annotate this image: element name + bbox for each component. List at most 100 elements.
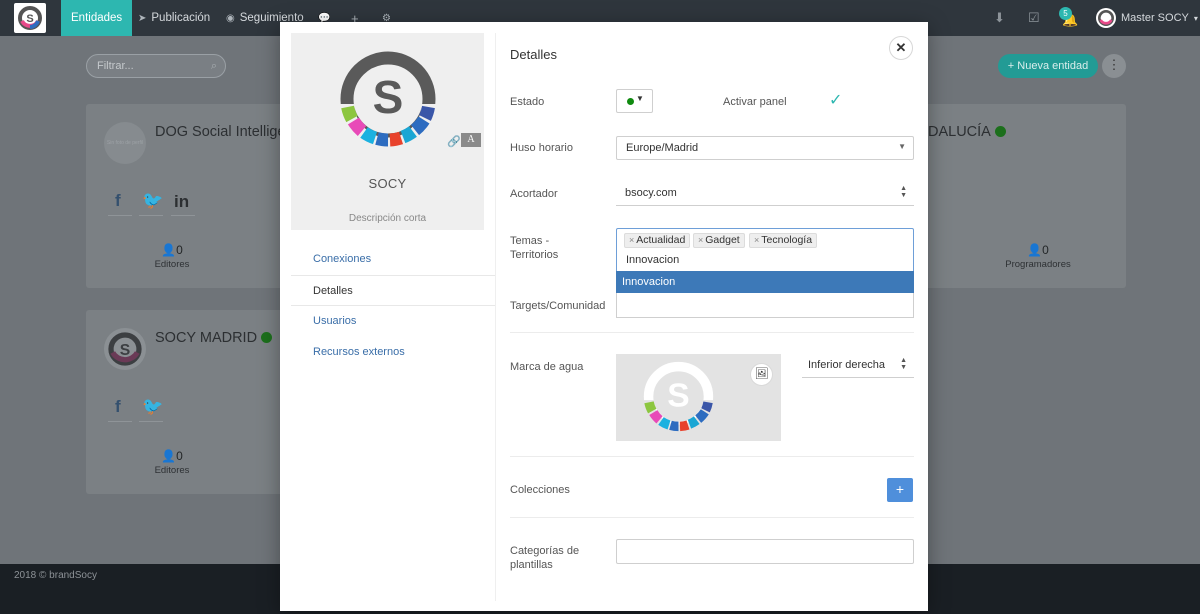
dropdown-option[interactable]: Innovacion — [616, 271, 914, 294]
plus-icon: + — [1007, 60, 1015, 72]
chevron-down-icon: ▾ — [1193, 13, 1198, 23]
font-icon[interactable]: A — [461, 133, 481, 147]
svg-text:S: S — [667, 378, 689, 415]
close-icon[interactable]: × — [629, 235, 634, 245]
divider — [139, 215, 163, 216]
shortener-select[interactable]: bsocy.com ▲ ▼ — [616, 182, 914, 206]
link-icon[interactable]: 🔗 — [447, 135, 461, 148]
divider — [510, 456, 914, 457]
tag-gadget: × Gadget — [693, 233, 745, 248]
colecciones-label: Colecciones — [510, 484, 570, 496]
user-icon: 👤 — [1027, 243, 1043, 257]
notification-badge: 5 — [1059, 7, 1072, 20]
topics-tags-input[interactable]: × Actualidad × Gadget × Tecnología Innovaci… — [616, 228, 914, 274]
svg-text:S: S — [26, 13, 33, 25]
side-item-usuarios[interactable]: Usuarios — [291, 306, 496, 337]
watermark-position-select[interactable]: Inferior derecha ▲ ▼ — [802, 354, 914, 378]
sort-arrows-icon: ▲ ▼ — [900, 185, 907, 199]
close-icon: ✕ — [895, 40, 907, 55]
user-menu[interactable]: Master SOCY ▾ — [1096, 8, 1198, 28]
programmers-stat: 👤0 Programadores — [1005, 243, 1071, 270]
caret-down-icon: ▼ — [898, 142, 906, 151]
status-dot — [627, 98, 634, 105]
svg-text:S: S — [120, 342, 131, 359]
entity-card[interactable]: Sin foto de perfil DOG Social Intellige … — [86, 104, 286, 288]
svg-text:S: S — [373, 71, 404, 123]
socy-logo-icon: S — [643, 361, 714, 433]
timezone-select[interactable]: Europe/Madrid ▼ — [616, 136, 914, 160]
download-icon[interactable]: ⬇ — [994, 10, 1005, 26]
close-button[interactable]: ✕ — [889, 36, 913, 60]
targets-label: Targets/Comunidad — [510, 300, 606, 312]
brand-logo[interactable]: S — [14, 3, 46, 33]
new-entity-button[interactable]: + Nueva entidad — [998, 54, 1098, 78]
status-dot — [994, 126, 1006, 137]
divider — [495, 33, 496, 601]
divider — [108, 215, 132, 216]
divider — [510, 517, 914, 518]
change-image-button[interactable]: 🖼 — [750, 363, 773, 386]
divider — [510, 332, 914, 333]
facebook-icon[interactable]: f — [115, 191, 121, 211]
close-icon[interactable]: × — [754, 235, 759, 245]
huso-horario-label: Huso horario — [510, 142, 573, 154]
socy-logo-icon[interactable]: S — [338, 49, 438, 149]
target-icon: ◉ — [226, 12, 235, 24]
close-icon[interactable]: × — [698, 235, 703, 245]
divider — [108, 421, 132, 422]
user-icon: 👤 — [161, 243, 177, 257]
entity-card[interactable]: S SOCY MADRID f 🐦 👤0 Editores — [86, 310, 286, 494]
card-title: SOCY MADRID — [155, 330, 273, 346]
add-collection-button[interactable]: + — [887, 478, 913, 502]
user-name: Master SOCY — [1121, 12, 1189, 24]
tab-publicacion[interactable]: ➤ Publicación — [128, 0, 220, 36]
twitter-icon[interactable]: 🐦 — [142, 191, 163, 211]
targets-input[interactable] — [616, 293, 914, 318]
entity-details-modal: ✕ S 🔗 A SOCY Descripción corta Conexione… — [280, 22, 928, 611]
estado-label: Estado — [510, 96, 545, 108]
entity-card[interactable]: DALUCÍA 👤0 Programadores — [920, 104, 1126, 288]
check-icon[interactable]: ✓ — [829, 90, 842, 110]
divider — [171, 215, 195, 216]
socy-logo-icon: S — [108, 332, 142, 366]
categorias-label: Categorías de plantillas — [510, 545, 580, 571]
tasks-icon[interactable]: ☑ — [1028, 10, 1040, 26]
search-icon: ⌕ — [210, 60, 217, 72]
facebook-icon[interactable]: f — [115, 397, 121, 417]
card-title: DOG Social Intellige — [155, 124, 286, 140]
socy-logo-icon: S — [18, 6, 42, 30]
divider — [139, 421, 163, 422]
user-icon: 👤 — [161, 449, 177, 463]
avatar: Sin foto de perfil — [104, 122, 146, 164]
acortador-label: Acortador — [510, 188, 558, 200]
side-item-conexiones[interactable]: Conexiones — [291, 244, 496, 275]
template-categories-input[interactable] — [616, 539, 914, 564]
socy-logo-icon — [1098, 10, 1114, 26]
more-options-button[interactable]: ⋮ — [1102, 54, 1126, 78]
modal-side-nav: Conexiones Detalles Usuarios Recursos ex… — [291, 244, 496, 368]
side-item-recursos-externos[interactable]: Recursos externos — [291, 337, 496, 368]
tab-entidades[interactable]: Entidades — [61, 0, 133, 36]
tag-actualidad: × Actualidad — [624, 233, 691, 248]
profile-description[interactable]: Descripción corta — [291, 213, 484, 224]
filter-input[interactable]: Filtrar... ⌕ — [86, 54, 226, 78]
profile-card: S 🔗 A SOCY Descripción corta — [291, 33, 484, 230]
image-icon: 🖼 — [754, 368, 769, 380]
kebab-menu-icon: ⋮ — [1107, 57, 1121, 72]
avatar — [1096, 8, 1116, 28]
activar-panel-label: Activar panel — [723, 96, 787, 108]
profile-name: SOCY — [368, 176, 407, 191]
sort-arrows-icon: ▲ ▼ — [900, 357, 907, 371]
card-title: DALUCÍA — [928, 124, 1006, 140]
avatar: S — [104, 328, 146, 370]
linkedin-icon[interactable]: in — [174, 192, 189, 212]
status-dot — [261, 332, 273, 343]
side-item-detalles[interactable]: Detalles — [291, 275, 496, 306]
estado-color-select[interactable]: ▼ — [616, 89, 653, 113]
tag-tecnologia: × Tecnología — [749, 233, 818, 248]
twitter-icon[interactable]: 🐦 — [142, 397, 163, 417]
tag-search-input[interactable]: Innovacion — [626, 254, 679, 266]
paper-plane-icon: ➤ — [138, 12, 147, 24]
section-title: Detalles — [510, 47, 557, 62]
plus-icon: + — [895, 481, 905, 497]
